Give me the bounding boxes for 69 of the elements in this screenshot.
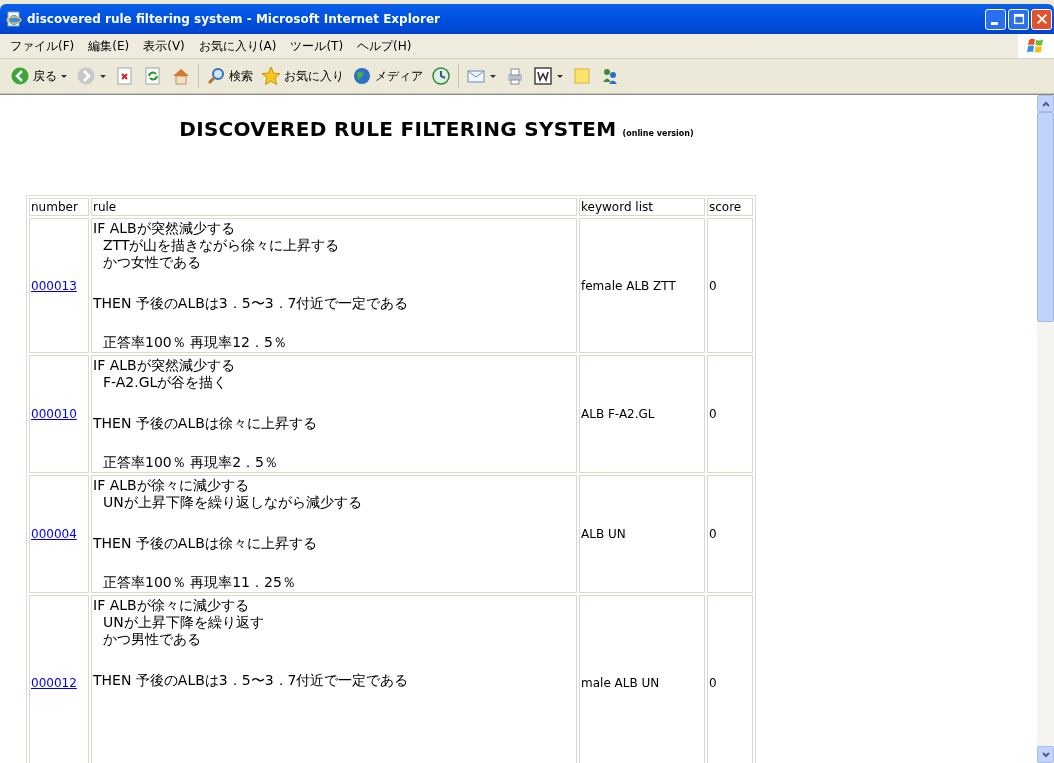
people-icon [600,66,620,86]
rule-line: 正答率100％ 再現率2．5％ [102,454,279,471]
search-button[interactable]: 検索 [202,63,257,89]
menu-item[interactable]: ツール(T) [290,37,344,55]
score-value: 0 [709,527,717,541]
search-icon [206,66,226,86]
keyword-list: female ALB ZTT [581,278,676,293]
globe-icon [352,66,372,86]
vertical-scrollbar[interactable] [1037,95,1054,763]
score-value: 0 [709,676,717,690]
page-title: DISCOVERED RULE FILTERING SYSTEM [179,117,617,141]
star-icon [261,66,281,86]
rule-line: かつ女性である [102,254,202,271]
menu-item[interactable]: 表示(V) [143,37,185,55]
rule-line: THEN 予後のALBは徐々に上昇する [93,415,318,432]
minimize-button[interactable] [985,8,1006,30]
rule-line: UNが上昇下降を繰り返す [102,614,265,631]
document-icon [533,66,553,86]
back-button[interactable]: 戻る [6,63,72,89]
clock-icon [431,66,451,86]
scrollbar-thumb[interactable] [1037,112,1054,322]
menu-item[interactable]: 編集(E) [88,37,130,55]
close-button[interactable] [1031,8,1052,30]
page-subtitle: (online version) [622,129,694,138]
maximize-button[interactable] [1008,8,1029,30]
rule-line: 正答率100％ 再現率11．25％ [102,574,297,591]
printer-icon [505,66,525,86]
keyword-list: ALB F-A2.GL [581,407,655,421]
close-icon [1034,12,1049,26]
rule-number-link[interactable]: 000010 [31,407,77,421]
scroll-down-button[interactable] [1037,746,1054,763]
menu-item[interactable]: ファイル(F) [10,37,75,55]
rule-number-link[interactable]: 000004 [31,527,77,541]
rule-number-link[interactable]: 000013 [31,278,77,293]
column-header: number [29,198,89,216]
rule-line: UNが上昇下降を繰り返しながら減少する [102,494,363,511]
rule-number-link[interactable]: 000012 [31,676,77,690]
rule-line: THEN 予後のALBは3．5〜3．7付近で一定である [93,672,410,689]
keyword-list: ALB UN [581,527,626,541]
media-button[interactable]: メディア [348,63,427,89]
rule-line: IF ALBが徐々に減少する [93,477,250,494]
column-header: score [707,198,753,216]
windows-logo-icon [1018,34,1054,58]
menu-item[interactable]: ヘルプ(H) [357,37,412,55]
keyword-list: male ALB UN [581,676,660,690]
home-icon [171,66,191,86]
menu-item[interactable]: お気に入り(A) [198,37,277,55]
browser-logo-icon [6,11,22,27]
rule-line: IF ALBが徐々に減少する [93,597,250,614]
refresh-icon [143,66,163,86]
rule-line: IF ALBが突然減少する [93,357,236,374]
rule-line: THEN 予後のALBは徐々に上昇する [93,535,318,552]
rule-line: 正答率100％ 再現率12．5％ [102,334,288,351]
stop-icon [115,66,135,86]
note-icon [572,66,592,86]
scroll-up-button[interactable] [1037,95,1054,112]
rule-line: かつ男性である [102,631,202,648]
window-title: discovered rule filtering system - Microsoft Internet Explorer [27,12,442,26]
score-value: 0 [709,407,717,421]
rule-line: F-A2.GLが谷を描く [102,374,229,391]
column-header: rule [91,198,577,216]
minimize-icon [990,21,998,25]
score-value: 0 [709,278,717,293]
favorites-button[interactable]: お気に入り [257,63,348,89]
rule-line: IF ALBが突然減少する [93,220,236,237]
column-header: keyword list [579,198,705,216]
rule-line: ZTTが山を描きながら徐々に上昇する [102,237,341,254]
maximize-icon [1011,12,1026,26]
rule-line: THEN 予後のALBは3．5〜3．7付近で一定である [93,295,410,312]
